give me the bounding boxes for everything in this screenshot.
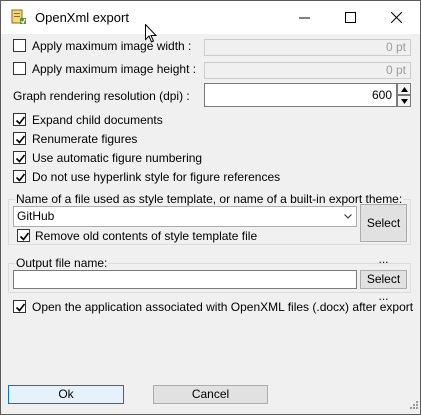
max-height-input[interactable]: 0 pt xyxy=(204,62,411,79)
output-select-button[interactable]: Select ... xyxy=(360,270,407,303)
remove-old-checkbox[interactable] xyxy=(17,229,30,242)
expand-child-checkbox[interactable] xyxy=(13,113,26,126)
auto-numbering-checkbox[interactable] xyxy=(13,151,26,164)
spin-down-button[interactable] xyxy=(397,95,411,107)
dialog-window: OpenXml export Apply maximum image width… xyxy=(0,0,421,415)
max-width-checkbox[interactable] xyxy=(13,39,26,52)
title-bar[interactable]: OpenXml export xyxy=(1,1,420,34)
spin-up-button[interactable] xyxy=(397,83,411,95)
style-template-value: GitHub xyxy=(17,209,55,223)
style-template-combo[interactable]: GitHub xyxy=(13,206,357,227)
auto-numbering-label: Use automatic figure numbering xyxy=(32,151,203,165)
renumerate-checkbox[interactable] xyxy=(13,132,26,145)
window-title: OpenXml export xyxy=(35,10,129,25)
max-height-label: Apply maximum image height : xyxy=(32,62,197,76)
chevron-down-icon xyxy=(401,99,408,104)
close-icon xyxy=(391,12,402,23)
minimize-button[interactable] xyxy=(282,1,328,34)
openxml-export-icon xyxy=(11,9,27,25)
remove-old-label: Remove old contents of style template fi… xyxy=(35,229,258,243)
chevron-up-icon xyxy=(401,87,408,92)
expand-child-label: Expand child documents xyxy=(32,113,163,127)
style-template-group-label: Name of a file used as style template, o… xyxy=(15,192,404,206)
open-app-checkbox[interactable] xyxy=(13,300,26,313)
output-file-input[interactable] xyxy=(13,270,357,289)
max-height-checkbox[interactable] xyxy=(13,62,26,75)
max-width-label: Apply maximum image width : xyxy=(32,39,192,53)
renumerate-label: Renumerate figures xyxy=(32,132,138,146)
resize-grip-icon[interactable] xyxy=(408,398,418,412)
output-group-label: Output file name: xyxy=(15,256,109,270)
maximize-icon xyxy=(345,12,356,23)
resolution-input[interactable]: 600 xyxy=(204,83,397,107)
cancel-button[interactable]: Cancel xyxy=(153,385,268,404)
maximize-button[interactable] xyxy=(328,1,374,34)
ok-button[interactable]: Ok xyxy=(8,385,124,404)
style-template-select-button[interactable]: Select ... xyxy=(360,204,407,266)
open-app-label: Open the application associated with Ope… xyxy=(32,300,414,314)
no-hyperlink-label: Do not use hyperlink style for figure re… xyxy=(32,170,281,184)
no-hyperlink-checkbox[interactable] xyxy=(13,170,26,183)
minimize-icon xyxy=(299,17,310,19)
close-button[interactable] xyxy=(374,1,420,34)
chevron-down-icon xyxy=(344,214,352,219)
max-width-input[interactable]: 0 pt xyxy=(204,39,411,56)
resolution-label: Graph rendering resolution (dpi) : xyxy=(13,89,190,103)
